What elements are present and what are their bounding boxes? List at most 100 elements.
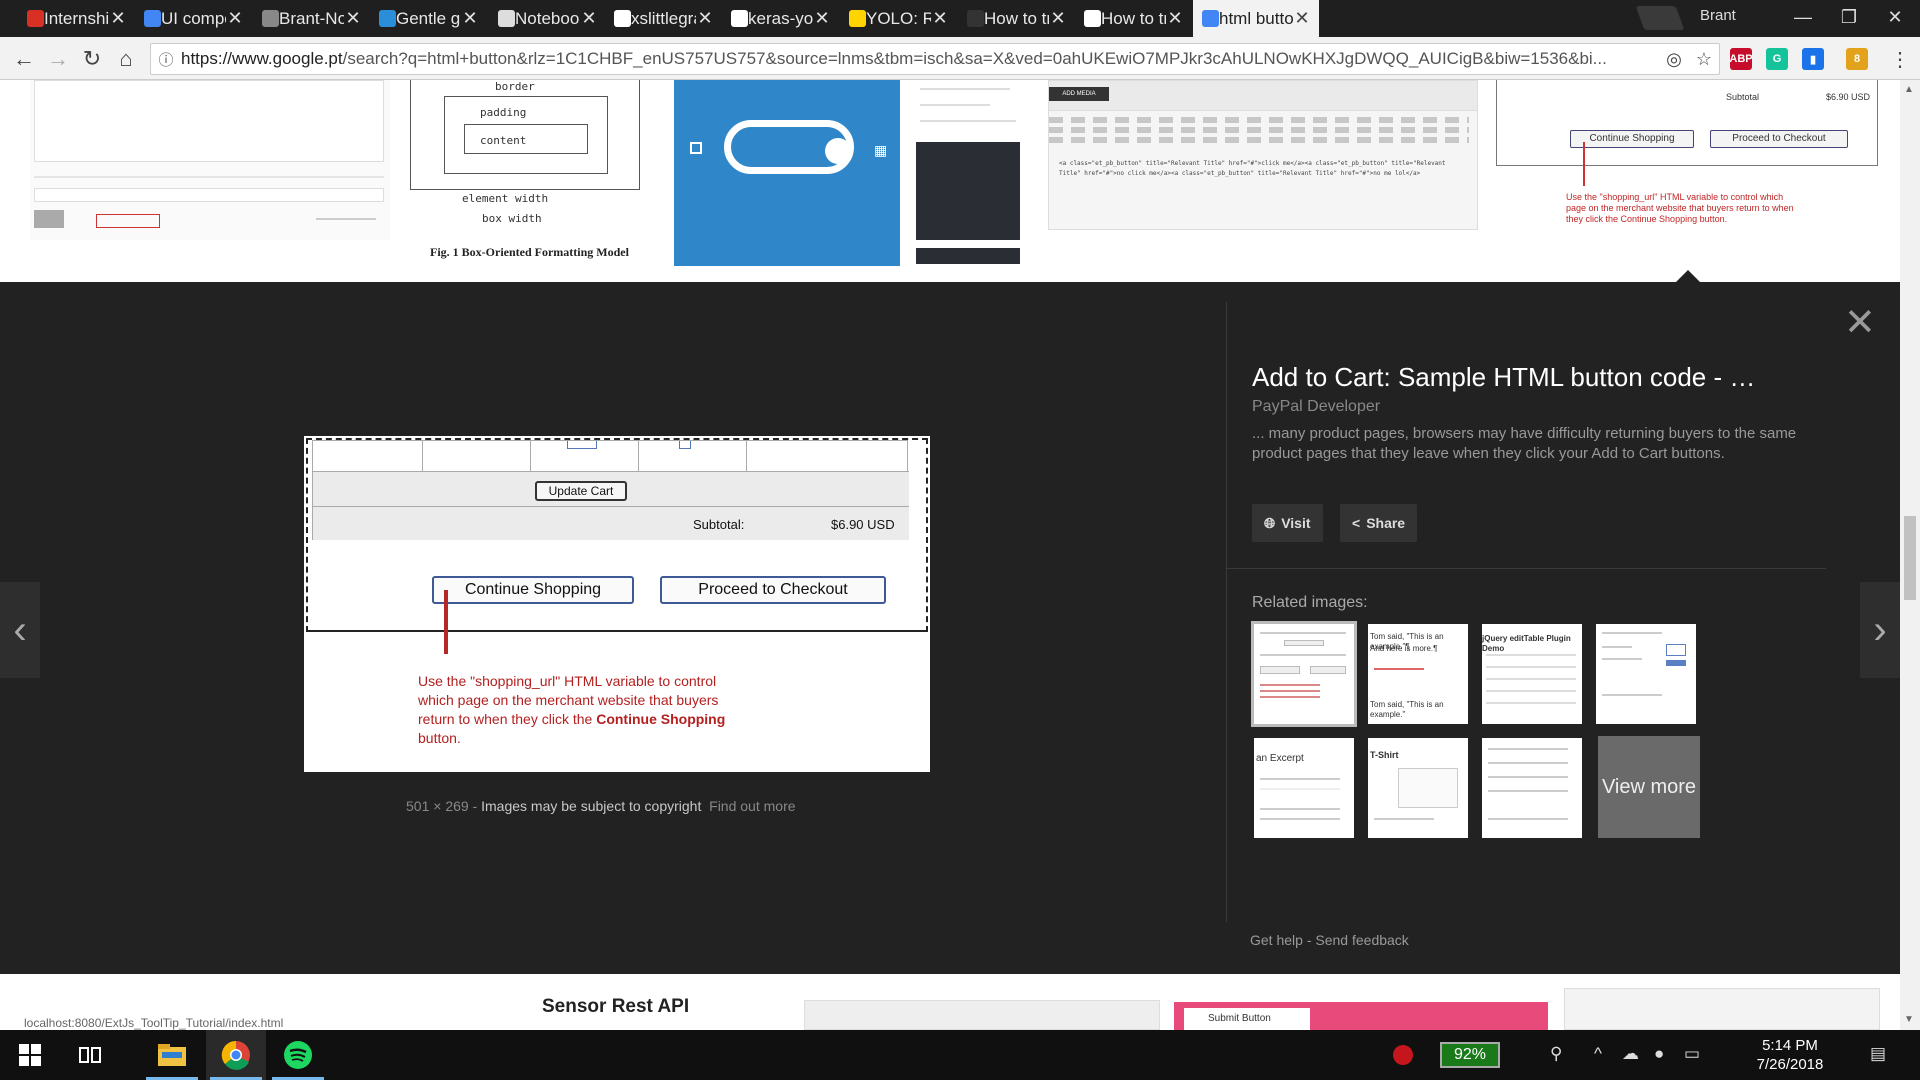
tab-2[interactable]: UI compon✕	[135, 0, 252, 37]
people-icon[interactable]: ⚲	[1550, 1044, 1562, 1064]
close-tab-icon[interactable]: ✕	[1049, 8, 1067, 29]
close-tab-icon[interactable]: ✕	[461, 8, 479, 29]
related-image-5[interactable]: an Excerpt	[1254, 738, 1354, 838]
back-icon[interactable]: ←	[10, 45, 38, 73]
chrome-tray-icon[interactable]: ●	[1654, 1044, 1664, 1064]
new-tab-button[interactable]	[1635, 6, 1685, 30]
next-image-icon[interactable]: ›	[1860, 582, 1900, 678]
maximize-icon[interactable]: ❐	[1826, 0, 1872, 34]
tab-10[interactable]: How to tra✕	[1075, 0, 1192, 37]
close-tab-icon[interactable]: ✕	[226, 8, 244, 29]
tab-3[interactable]: Brant-Note✕	[253, 0, 370, 37]
checkbox-shape	[690, 142, 702, 154]
tab-4[interactable]: Gentle gui✕	[370, 0, 487, 37]
forward-icon[interactable]: →	[44, 45, 72, 73]
image-dimensions: 501 × 269	[406, 798, 469, 814]
related-image-2[interactable]: Tom said, "This is an example."¶ And her…	[1368, 624, 1468, 724]
close-tab-icon[interactable]: ✕	[931, 8, 949, 29]
tab-6[interactable]: xslittlegras✕	[605, 0, 722, 37]
chrome-taskbar-icon[interactable]	[206, 1030, 266, 1080]
windows-start-icon[interactable]	[0, 1030, 60, 1080]
scroll-down-icon[interactable]: ▼	[1904, 1014, 1914, 1025]
badge-ext-icon[interactable]: 8	[1846, 48, 1868, 70]
box-model-border-label: border	[495, 80, 535, 93]
scroll-thumb[interactable]	[1904, 516, 1916, 600]
location-icon[interactable]: ◎	[1659, 49, 1689, 70]
tab-label: Gentle gui	[396, 8, 461, 28]
send-feedback-link[interactable]: Send feedback	[1315, 932, 1408, 948]
tab-7[interactable]: keras-yolo✕	[722, 0, 839, 37]
task-view-icon[interactable]	[60, 1030, 120, 1080]
close-preview-icon[interactable]: ✕	[1844, 304, 1876, 342]
close-tab-icon[interactable]: ✕	[109, 8, 127, 29]
image-preview-panel: ✕ ‹ › Update Cart Subtotal: $6.90 USD Co…	[0, 282, 1900, 974]
show-hidden-icons-icon[interactable]: ^	[1594, 1044, 1602, 1064]
close-tab-icon[interactable]: ✕	[1293, 8, 1311, 29]
result-title-link[interactable]: Add to Cart: Sample HTML button code - …	[1252, 362, 1832, 393]
file-explorer-icon[interactable]	[142, 1030, 202, 1080]
footer-links: Get help - Send feedback	[1250, 932, 1409, 948]
related-image-3[interactable]: jQuery editTable Plugin Demo	[1482, 624, 1582, 724]
home-icon[interactable]: ⌂	[112, 45, 140, 73]
site-info-icon[interactable]: ⓘ	[151, 49, 181, 70]
related-image-4[interactable]	[1596, 624, 1696, 724]
result-thumb-submit[interactable]: Submit Button	[1174, 1002, 1548, 1030]
tab-label: xslittlegras	[631, 8, 696, 28]
page-scrollbar[interactable]: ▲ ▼	[1900, 80, 1920, 1030]
tab-11[interactable]: html butto ✕	[1193, 0, 1319, 37]
abp-icon[interactable]: ABP	[1729, 48, 1753, 70]
battery-indicator[interactable]: 92%	[1440, 1042, 1500, 1068]
tab-8[interactable]: YOLO: Real✕	[840, 0, 957, 37]
find-out-more-link[interactable]: Find out more	[709, 798, 795, 814]
result-thumb-dialog[interactable]	[1564, 988, 1880, 1030]
chrome-menu-icon[interactable]: ⋮	[1890, 47, 1910, 72]
close-tab-icon[interactable]: ✕	[1166, 8, 1184, 29]
result-thumb-screenshot[interactable]	[804, 1000, 1160, 1030]
preview-image[interactable]: Update Cart Subtotal: $6.90 USD Continue…	[304, 436, 930, 772]
thumb-note: Use the "shopping_url" HTML variable to …	[1566, 192, 1794, 224]
related-image-6[interactable]: T-Shirt	[1368, 738, 1468, 838]
result-thumb-code[interactable]	[914, 80, 1022, 266]
antivirus-tray-icon[interactable]	[1392, 1044, 1414, 1071]
medium-icon	[1084, 10, 1101, 27]
result-thumb-box-model[interactable]: border padding content element width box…	[400, 80, 660, 270]
tab-5[interactable]: Notebook✕	[489, 0, 606, 37]
share-button[interactable]: < Share	[1340, 504, 1418, 542]
onedrive-icon[interactable]: ☁	[1622, 1044, 1639, 1064]
preview-subtotal-value: $6.90 USD	[831, 517, 895, 532]
address-url[interactable]: https://www.google.pt/search?q=html+butt…	[181, 49, 1659, 69]
tab-9[interactable]: How to tra✕	[958, 0, 1075, 37]
view-more-button[interactable]: View more	[1598, 736, 1700, 838]
spotify-icon[interactable]	[268, 1030, 328, 1080]
result-thumb-form[interactable]	[30, 80, 390, 240]
scroll-up-icon[interactable]: ▲	[1904, 84, 1914, 95]
sensor-api-title[interactable]: Sensor Rest API	[542, 996, 689, 1018]
close-window-icon[interactable]: ✕	[1872, 0, 1918, 34]
close-tab-icon[interactable]: ✕	[696, 8, 714, 29]
result-thumb-paypal[interactable]: Subtotal $6.90 USD Continue Shopping Pro…	[1496, 80, 1878, 276]
result-source[interactable]: PayPal Developer	[1252, 398, 1380, 416]
close-tab-icon[interactable]: ✕	[580, 8, 598, 29]
reload-icon[interactable]: ↻	[78, 45, 106, 73]
gear-icon	[262, 10, 279, 27]
minimize-icon[interactable]: —	[1780, 0, 1826, 34]
grammarly-icon[interactable]: G	[1766, 48, 1788, 70]
bookmark-star-icon[interactable]: ☆	[1689, 49, 1719, 70]
get-help-link[interactable]: Get help	[1250, 932, 1303, 948]
profile-name[interactable]: Brant	[1700, 7, 1736, 24]
power-tray-icon[interactable]: ▭	[1684, 1044, 1700, 1064]
close-tab-icon[interactable]: ✕	[813, 8, 831, 29]
previous-image-icon[interactable]: ‹	[0, 582, 40, 678]
close-tab-icon[interactable]: ✕	[344, 8, 362, 29]
action-center-icon[interactable]: ▤	[1870, 1044, 1886, 1064]
address-bar[interactable]: ⓘ https://www.google.pt/search?q=html+bu…	[150, 43, 1720, 75]
result-thumb-wordpress[interactable]: ADD MEDIA <a class="et_pb_button" title=…	[1048, 80, 1478, 230]
visit-button[interactable]: 🌐︎ Visit	[1252, 504, 1323, 542]
bookmark-ext-icon[interactable]: ▮	[1802, 48, 1824, 70]
related-image-1[interactable]	[1251, 621, 1357, 727]
related-image-7[interactable]	[1482, 738, 1582, 838]
taskbar-clock[interactable]: 5:14 PM 7/26/2018	[1730, 1036, 1850, 1074]
tab-1[interactable]: Internship✕	[18, 0, 135, 37]
thumb-subtotal-label: Subtotal	[1726, 92, 1760, 102]
result-thumb-toggle[interactable]: ▦	[674, 80, 900, 266]
